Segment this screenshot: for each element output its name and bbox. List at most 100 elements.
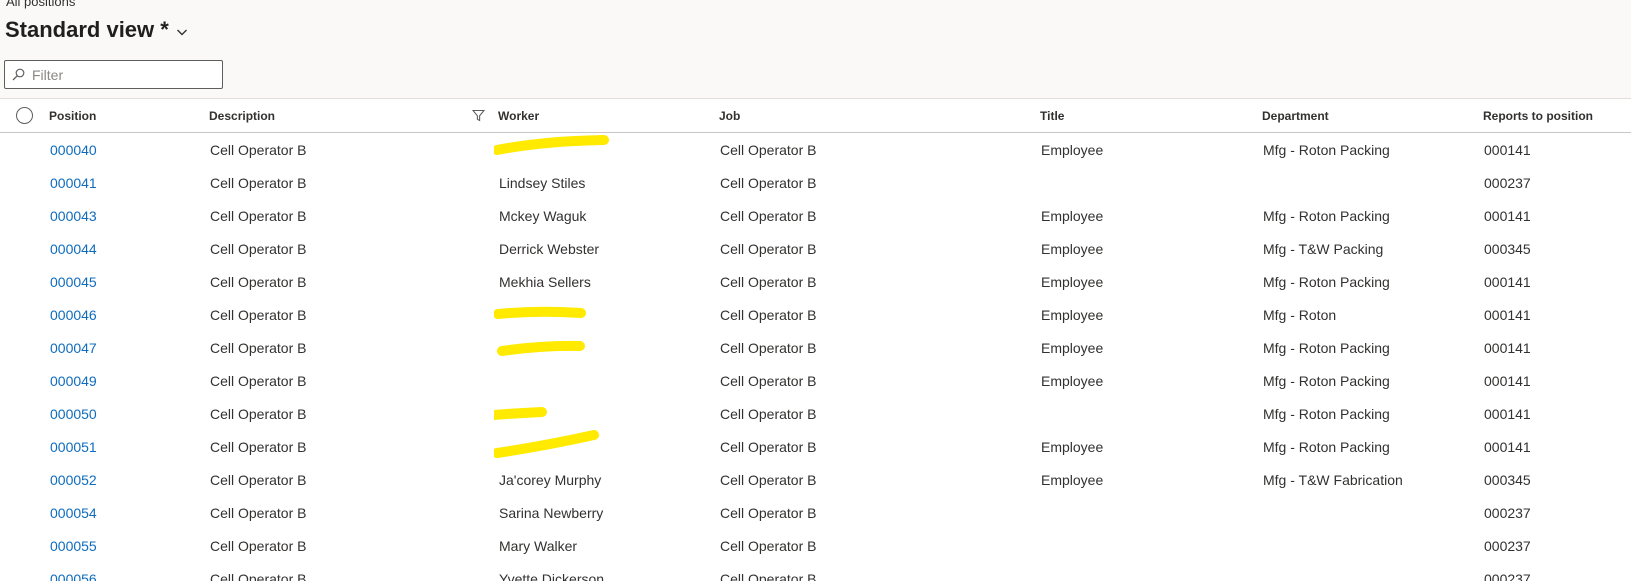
- table-row[interactable]: 000056 Cell Operator B Yvette Dickerson …: [0, 562, 1631, 581]
- select-all-radio[interactable]: [16, 107, 33, 124]
- reports-to-cell: 000345: [1484, 471, 1531, 488]
- job-cell: Cell Operator B: [720, 174, 817, 191]
- table-row[interactable]: 000047 Cell Operator B Cell Operator B E…: [0, 331, 1631, 364]
- title-cell: Employee: [1041, 339, 1104, 356]
- redaction-mark: [494, 407, 547, 420]
- description-cell: Cell Operator B: [210, 504, 307, 521]
- department-cell: Mfg - Roton Packing: [1263, 207, 1390, 224]
- worker-cell: Yvette Dickerson: [499, 570, 605, 581]
- description-cell: Cell Operator B: [210, 174, 307, 191]
- column-header-reports-to[interactable]: Reports to position: [1483, 109, 1593, 123]
- position-link[interactable]: 000052: [50, 472, 97, 488]
- reports-to-cell: 000237: [1484, 174, 1531, 191]
- title-cell: Employee: [1041, 471, 1104, 488]
- view-selector[interactable]: Standard view *: [5, 17, 189, 43]
- department-cell: Mfg - Roton Packing: [1263, 273, 1390, 290]
- filter-box[interactable]: [4, 60, 223, 89]
- job-cell: Cell Operator B: [720, 207, 817, 224]
- table-row[interactable]: 000044 Cell Operator B Derrick Webster C…: [0, 232, 1631, 265]
- table-row[interactable]: 000041 Cell Operator B Lindsey Stiles Ce…: [0, 166, 1631, 199]
- position-link[interactable]: 000041: [50, 175, 97, 191]
- job-cell: Cell Operator B: [720, 372, 817, 389]
- description-cell: Cell Operator B: [210, 207, 307, 224]
- all-positions-page: All positions Standard view * Position D…: [0, 0, 1631, 581]
- column-header-description[interactable]: Description: [209, 109, 275, 123]
- title-cell: Employee: [1041, 273, 1104, 290]
- title-cell: Employee: [1041, 372, 1104, 389]
- worker-cell: Derrick Webster: [499, 240, 600, 257]
- description-cell: Cell Operator B: [210, 438, 307, 455]
- position-link[interactable]: 000040: [50, 142, 97, 158]
- table-row[interactable]: 000050 Cell Operator B Cell Operator B M…: [0, 397, 1631, 430]
- reports-to-cell: 000141: [1484, 141, 1531, 158]
- table-row[interactable]: 000046 Cell Operator B Cell Operator B E…: [0, 298, 1631, 331]
- position-link[interactable]: 000047: [50, 340, 97, 356]
- position-link[interactable]: 000043: [50, 208, 97, 224]
- column-header-job[interactable]: Job: [719, 109, 740, 123]
- view-title: Standard view *: [5, 17, 169, 42]
- reports-to-cell: 000237: [1484, 537, 1531, 554]
- job-cell: Cell Operator B: [720, 273, 817, 290]
- column-header-worker[interactable]: Worker: [498, 109, 539, 123]
- description-cell: Cell Operator B: [210, 570, 307, 581]
- positions-grid: Position Description Worker Job Title De…: [0, 98, 1631, 581]
- position-link[interactable]: 000045: [50, 274, 97, 290]
- table-row[interactable]: 000045 Cell Operator B Mekhia Sellers Ce…: [0, 265, 1631, 298]
- department-cell: Mfg - T&W Packing: [1263, 240, 1384, 257]
- description-cell: Cell Operator B: [210, 372, 307, 389]
- title-cell: Employee: [1041, 438, 1104, 455]
- position-link[interactable]: 000055: [50, 538, 97, 554]
- table-row[interactable]: 000049 Cell Operator B Cell Operator B E…: [0, 364, 1631, 397]
- worker-cell: Mckey Waguk: [499, 207, 587, 224]
- job-cell: Cell Operator B: [720, 306, 817, 323]
- redaction-mark: [494, 306, 586, 319]
- reports-to-cell: 000237: [1484, 504, 1531, 521]
- redaction-mark: [494, 135, 609, 155]
- filter-input[interactable]: [32, 66, 212, 83]
- table-row[interactable]: 000043 Cell Operator B Mckey Waguk Cell …: [0, 199, 1631, 232]
- position-link[interactable]: 000051: [50, 439, 97, 455]
- worker-cell: Lindsey Stiles: [499, 174, 586, 191]
- job-cell: Cell Operator B: [720, 438, 817, 455]
- job-cell: Cell Operator B: [720, 240, 817, 257]
- position-link[interactable]: 000056: [50, 571, 97, 581]
- table-row[interactable]: 000052 Cell Operator B Ja'corey Murphy C…: [0, 463, 1631, 496]
- reports-to-cell: 000141: [1484, 273, 1531, 290]
- department-cell: Mfg - Roton Packing: [1263, 405, 1390, 422]
- title-cell: Employee: [1041, 207, 1104, 224]
- redaction-mark: [494, 430, 599, 458]
- table-row[interactable]: 000051 Cell Operator B Cell Operator B E…: [0, 430, 1631, 463]
- column-filter-icon[interactable]: [472, 109, 485, 122]
- table-row[interactable]: 000055 Cell Operator B Mary Walker Cell …: [0, 529, 1631, 562]
- column-header-title[interactable]: Title: [1040, 109, 1064, 123]
- position-link[interactable]: 000054: [50, 505, 97, 521]
- department-cell: Mfg - Roton Packing: [1263, 339, 1390, 356]
- position-link[interactable]: 000044: [50, 241, 97, 257]
- column-header-department[interactable]: Department: [1262, 109, 1329, 123]
- description-cell: Cell Operator B: [210, 405, 307, 422]
- worker-cell: Sarina Newberry: [499, 504, 604, 521]
- redaction-mark: [497, 340, 585, 356]
- reports-to-cell: 000141: [1484, 207, 1531, 224]
- department-cell: Mfg - Roton Packing: [1263, 372, 1390, 389]
- worker-cell: Mekhia Sellers: [499, 273, 591, 290]
- description-cell: Cell Operator B: [210, 141, 307, 158]
- table-row[interactable]: 000040 Cell Operator B Cell Operator B E…: [0, 133, 1631, 166]
- department-cell: Mfg - Roton Packing: [1263, 141, 1390, 158]
- title-cell: Employee: [1041, 306, 1104, 323]
- breadcrumb[interactable]: All positions: [6, 0, 75, 9]
- job-cell: Cell Operator B: [720, 570, 817, 581]
- description-cell: Cell Operator B: [210, 471, 307, 488]
- department-cell: Mfg - Roton Packing: [1263, 438, 1390, 455]
- table-row[interactable]: 000054 Cell Operator B Sarina Newberry C…: [0, 496, 1631, 529]
- job-cell: Cell Operator B: [720, 339, 817, 356]
- position-link[interactable]: 000050: [50, 406, 97, 422]
- job-cell: Cell Operator B: [720, 537, 817, 554]
- department-cell: Mfg - T&W Fabrication: [1263, 471, 1403, 488]
- worker-cell: Mary Walker: [499, 537, 578, 554]
- description-cell: Cell Operator B: [210, 240, 307, 257]
- column-header-position[interactable]: Position: [49, 109, 96, 123]
- position-link[interactable]: 000049: [50, 373, 97, 389]
- position-link[interactable]: 000046: [50, 307, 97, 323]
- grid-header: Position Description Worker Job Title De…: [0, 99, 1631, 133]
